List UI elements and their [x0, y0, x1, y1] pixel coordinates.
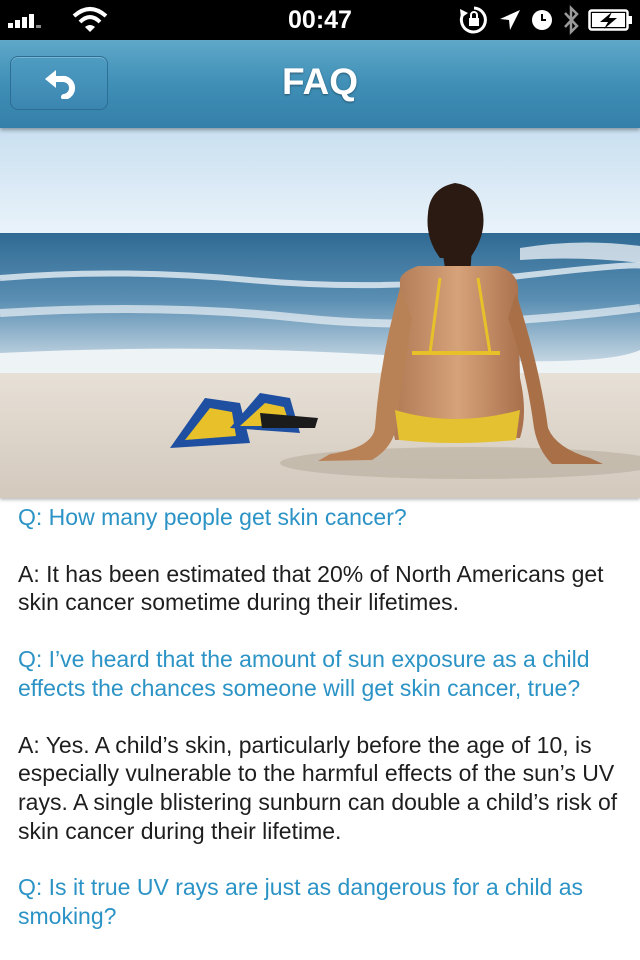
faq-question-3: Q: Is it true UV rays are just as danger…: [18, 874, 584, 930]
faq-list: Q: How many people get skin cancer? A: I…: [18, 503, 630, 959]
navigation-bar: FAQ: [0, 40, 640, 128]
bluetooth-icon: [564, 5, 579, 35]
status-icons: [458, 4, 634, 36]
faq-answer-2: A: Yes. A child’s skin, particularly bef…: [18, 731, 618, 844]
rotation-lock-icon: [459, 6, 487, 34]
alarm-icon: [532, 10, 552, 30]
page-title: FAQ: [281, 61, 359, 102]
hero-image: [0, 128, 640, 498]
faq-question-2: Q: I’ve heard that the amount of sun exp…: [18, 646, 590, 701]
location-icon: [500, 10, 520, 30]
faq-answer-1: A: It has been estimated that 20% of Nor…: [18, 560, 604, 616]
status-bar: 00:47: [0, 0, 640, 40]
beach-photo: [0, 128, 640, 498]
battery-charging-icon: [588, 9, 632, 31]
faq-question-1: Q: How many people get skin cancer?: [18, 504, 407, 530]
